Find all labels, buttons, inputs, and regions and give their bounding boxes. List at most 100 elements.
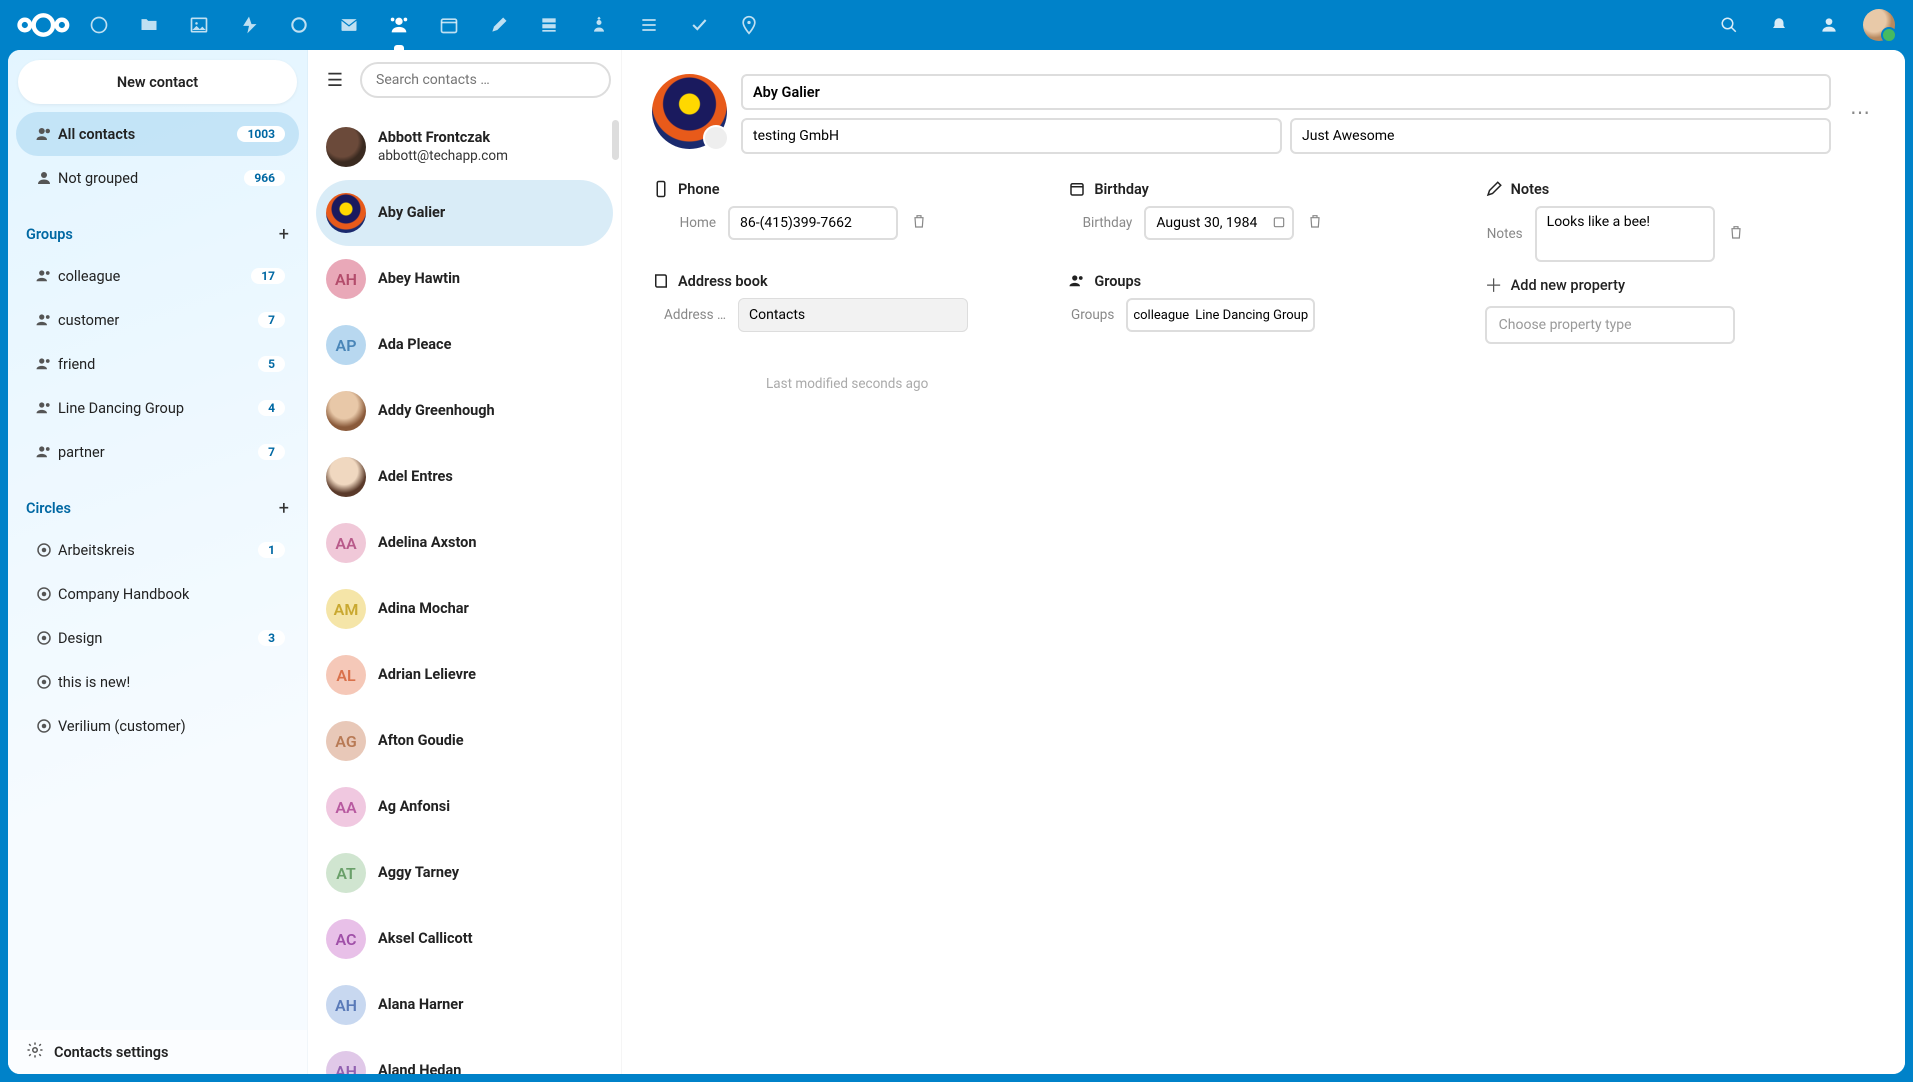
groups-label: Groups <box>1068 307 1120 323</box>
group-icon <box>30 399 58 417</box>
nav-group-item[interactable]: Line Dancing Group 4 <box>16 386 299 430</box>
list-item[interactable]: Addy Greenhough <box>316 378 613 444</box>
list-item[interactable]: AAAg Anfonsi <box>316 774 613 840</box>
nav-group-item[interactable]: friend5 <box>16 342 299 386</box>
date-picker-icon[interactable] <box>1272 214 1286 233</box>
user-contacts-icon[interactable] <box>1807 0 1851 50</box>
phone-value-field[interactable] <box>728 206 898 240</box>
addressbook-select[interactable]: Contacts <box>738 298 968 332</box>
deck-icon[interactable] <box>524 0 574 50</box>
nav-group-item[interactable]: customer 7 <box>16 298 299 342</box>
addressbook-section: Address book Address … Contacts <box>652 272 1042 344</box>
calendar-icon[interactable] <box>424 0 474 50</box>
contacts-icon[interactable] <box>374 0 424 50</box>
nextcloud-logo[interactable] <box>12 10 74 40</box>
nav-group-item[interactable]: colleague17 <box>16 254 299 298</box>
maps-icon[interactable] <box>724 0 774 50</box>
person-icon <box>30 169 58 187</box>
notes-field[interactable]: Looks like a bee! <box>1535 206 1715 262</box>
scrollbar[interactable] <box>612 120 619 160</box>
nav-label: friend <box>58 356 95 373</box>
nav-toggle-icon[interactable]: ☰ <box>318 63 352 97</box>
add-property-button[interactable]: ＋ Add new property <box>1485 272 1875 298</box>
nav-circle-item[interactable]: Verilium (customer) <box>16 704 299 748</box>
contact-name: Abey Hawtin <box>378 270 460 289</box>
contacts-settings-button[interactable]: Contacts settings <box>8 1030 307 1074</box>
delete-notes-button[interactable] <box>1721 219 1751 249</box>
list-item[interactable]: ATAggy Tarney <box>316 840 613 906</box>
circle-icon <box>30 673 58 691</box>
group-icon <box>30 443 58 461</box>
app-header <box>0 0 1913 50</box>
nav-count: 1003 <box>237 126 285 142</box>
phone-icon <box>652 180 670 198</box>
nav-not-grouped[interactable]: Not grouped 966 <box>16 156 299 200</box>
group-tag[interactable]: Line Dancing Group <box>1195 308 1308 323</box>
delete-phone-button[interactable] <box>904 208 934 238</box>
files-icon[interactable] <box>124 0 174 50</box>
notes-icon[interactable] <box>474 0 524 50</box>
dashboard-icon[interactable] <box>74 0 124 50</box>
search-input[interactable] <box>360 62 611 98</box>
groups-tags-input[interactable]: colleague Line Dancing Group <box>1126 298 1315 332</box>
list-item[interactable]: ACAksel Callicott <box>316 906 613 972</box>
list-item[interactable]: Aby Galier <box>316 180 613 246</box>
full-name-field[interactable] <box>741 74 1831 110</box>
user-avatar[interactable] <box>1857 0 1901 50</box>
nav-count: 7 <box>258 312 285 328</box>
avatar: AL <box>326 655 366 695</box>
nav-label: Company Handbook <box>58 586 189 603</box>
photos-icon[interactable] <box>174 0 224 50</box>
list-item[interactable]: APAda Pleace <box>316 312 613 378</box>
search-icon[interactable] <box>1707 0 1751 50</box>
phone-section: Phone Home <box>652 180 1042 262</box>
notes-label: Notes <box>1485 226 1529 242</box>
group-tag[interactable]: colleague <box>1133 308 1189 323</box>
add-circle-button[interactable]: + <box>279 498 289 519</box>
lists-icon[interactable] <box>624 0 674 50</box>
contact-avatar[interactable] <box>652 74 727 149</box>
delete-birthday-button[interactable] <box>1300 208 1330 238</box>
property-type-select[interactable]: Choose property type <box>1485 306 1735 344</box>
list-item[interactable]: AGAfton Goudie <box>316 708 613 774</box>
cospend-icon[interactable] <box>574 0 624 50</box>
contact-name: Aby Galier <box>378 204 445 223</box>
groups-header: Groups + <box>8 214 307 254</box>
nav-count: 7 <box>258 444 285 460</box>
nav-label: Not grouped <box>58 170 138 187</box>
nav-circle-item[interactable]: Arbeitskreis1 <box>16 528 299 572</box>
nav-count: 4 <box>258 400 285 416</box>
contact-name: Aggy Tarney <box>378 864 459 883</box>
list-item[interactable]: AHAbey Hawtin <box>316 246 613 312</box>
phone-type-select[interactable]: Home <box>652 215 722 231</box>
list-item[interactable]: AMAdina Mochar <box>316 576 613 642</box>
nav-group-item[interactable]: partner7 <box>16 430 299 474</box>
addressbook-label: Address … <box>652 307 732 323</box>
list-item[interactable]: Abbott Frontczakabbott@techapp.com <box>316 114 613 180</box>
notifications-icon[interactable] <box>1757 0 1801 50</box>
list-item[interactable]: ALAdrian Lelievre <box>316 642 613 708</box>
nav-label: Line Dancing Group <box>58 400 184 417</box>
list-item[interactable]: AHAland Hedan <box>316 1038 613 1074</box>
activity-icon[interactable] <box>224 0 274 50</box>
title-field[interactable] <box>1290 118 1831 154</box>
avatar-edit-badge[interactable] <box>703 125 729 151</box>
add-group-button[interactable]: + <box>279 224 289 245</box>
mail-icon[interactable] <box>324 0 374 50</box>
nav-circle-item[interactable]: this is new! <box>16 660 299 704</box>
new-contact-button[interactable]: New contact <box>18 60 297 104</box>
nav-circle-item[interactable]: Company Handbook <box>16 572 299 616</box>
list-item[interactable]: AHAlana Harner <box>316 972 613 1038</box>
nav-all-contacts[interactable]: All contacts 1003 <box>16 112 299 156</box>
tasks-icon[interactable] <box>674 0 724 50</box>
group-icon <box>30 311 58 329</box>
notes-section: Notes Notes Looks like a bee! <box>1485 180 1875 262</box>
list-item[interactable]: Adel Entres <box>316 444 613 510</box>
company-field[interactable] <box>741 118 1282 154</box>
talk-icon[interactable] <box>274 0 324 50</box>
more-actions-button[interactable]: ⋯ <box>1845 74 1875 124</box>
nav-circle-item[interactable]: Design3 <box>16 616 299 660</box>
nav-label: customer <box>58 312 119 329</box>
list-item[interactable]: AAAdelina Axston <box>316 510 613 576</box>
nav-count: 17 <box>251 268 285 284</box>
